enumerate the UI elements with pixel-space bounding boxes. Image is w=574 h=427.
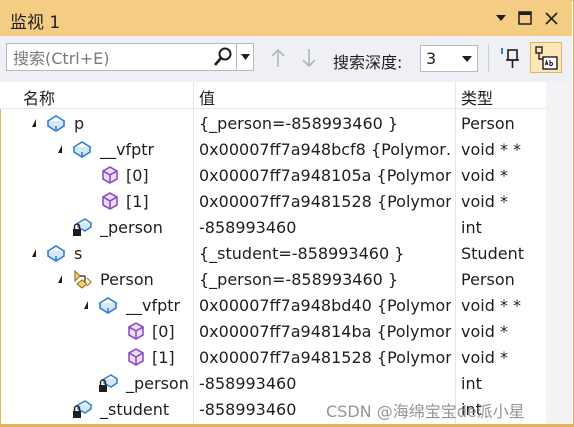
watch-row[interactable]: [1] 0x00007ff7a9481528 {Polymor… void * xyxy=(0,188,546,214)
row-value: 0x00007ff7a9481528 {Polymor… xyxy=(199,192,451,211)
row-type: int xyxy=(461,218,482,237)
close-button[interactable] xyxy=(542,9,560,27)
column-divider[interactable] xyxy=(193,82,194,108)
search-input[interactable] xyxy=(13,48,203,68)
dropdown-arrow-icon xyxy=(496,15,506,21)
pin-icon xyxy=(501,48,519,68)
search-box xyxy=(6,43,238,71)
row-value: 0x00007ff7a94814ba {Polymor… xyxy=(199,322,451,341)
search-icon[interactable] xyxy=(213,47,233,67)
watch-row[interactable]: s {_student=-858993460 } Student xyxy=(0,240,546,266)
search-depth-select[interactable]: 3 xyxy=(420,45,478,72)
watch-row[interactable]: _person -858993460 int xyxy=(0,214,546,240)
private-field-icon xyxy=(99,374,118,392)
row-value: {_person=-858993460 } xyxy=(199,114,399,133)
cube-icon xyxy=(102,192,118,210)
row-type: int xyxy=(461,374,482,393)
row-value: 0x00007ff7a9481528 {Polymor… xyxy=(199,348,451,367)
watch-row[interactable]: p {_person=-858993460 } Person xyxy=(0,110,546,136)
object-icon xyxy=(46,245,66,262)
window-title: 监视 1 xyxy=(10,13,61,33)
row-name: [0] xyxy=(126,166,149,185)
watch-row[interactable]: __vfptr 0x00007ff7a948bcf8 {Polymor… voi… xyxy=(0,136,546,162)
row-name: __vfptr xyxy=(100,140,155,159)
column-type-header[interactable]: 类型 xyxy=(461,85,493,109)
row-name: [1] xyxy=(126,192,149,211)
row-name: _student xyxy=(100,400,170,419)
cube-icon xyxy=(102,166,118,184)
base-class-icon xyxy=(74,269,92,289)
maximize-button[interactable] xyxy=(516,9,534,27)
window-menu-button[interactable] xyxy=(492,9,510,27)
row-type: Person xyxy=(461,114,515,133)
row-value: -858993460 xyxy=(199,400,297,419)
hexadecimal-display-button[interactable] xyxy=(530,42,562,73)
collapse-arrow-icon[interactable] xyxy=(28,119,36,127)
row-value: 0x00007ff7a948105a {Polymor… xyxy=(199,166,451,185)
watch-toolbar: 搜索深度: 3 xyxy=(0,36,572,82)
row-name: Person xyxy=(100,270,154,289)
row-name: __vfptr xyxy=(126,296,181,315)
search-depth-label: 搜索深度: xyxy=(333,53,403,72)
watch-row[interactable]: [0] 0x00007ff7a948105a {Polymor… void * xyxy=(0,162,546,188)
row-type: void * xyxy=(461,348,508,367)
row-value: -858993460 xyxy=(199,374,297,393)
watch-row[interactable]: _person -858993460 int xyxy=(0,370,546,396)
search-depth-value: 3 xyxy=(426,49,437,68)
watch-row[interactable]: [1] 0x00007ff7a9481528 {Polymor… void * xyxy=(0,344,546,370)
search-options-dropdown[interactable] xyxy=(236,43,254,71)
row-name: [1] xyxy=(152,348,175,367)
pin-button[interactable] xyxy=(498,45,524,71)
row-type: void * xyxy=(461,166,508,185)
row-type: void * * xyxy=(461,140,522,159)
maximize-icon xyxy=(518,11,532,25)
collapse-arrow-icon[interactable] xyxy=(54,275,62,283)
chevron-down-icon xyxy=(462,56,472,62)
cube-icon xyxy=(128,322,144,340)
watch-row[interactable]: Person {_person=-858993460 } Person xyxy=(0,266,546,292)
arrow-up-icon xyxy=(271,48,285,67)
private-field-icon xyxy=(73,400,92,418)
column-value-header[interactable]: 值 xyxy=(199,85,215,109)
row-name: [0] xyxy=(152,322,175,341)
row-name: s xyxy=(74,244,83,263)
column-name-header[interactable]: 名称 xyxy=(23,85,55,109)
collapse-arrow-icon[interactable] xyxy=(80,301,88,309)
row-value: 0x00007ff7a948bcf8 {Polymor… xyxy=(199,140,451,159)
row-value: -858993460 xyxy=(199,218,297,237)
object-icon xyxy=(98,297,118,314)
cube-icon xyxy=(128,348,144,366)
title-bar: 监视 1 xyxy=(0,0,572,36)
row-name: _person xyxy=(126,374,189,393)
row-value: {_student=-858993460 } xyxy=(199,244,405,263)
row-type: void * xyxy=(461,322,508,341)
row-type: void * xyxy=(461,192,508,211)
row-name: p xyxy=(74,114,85,133)
row-name: _person xyxy=(100,218,163,237)
watermark: CSDN @海绵宝宝de派小星 xyxy=(326,402,525,421)
object-icon xyxy=(46,115,66,132)
search-previous-button[interactable] xyxy=(267,46,289,70)
row-value: 0x00007ff7a948bd40 {Polymor… xyxy=(199,296,451,315)
collapse-arrow-icon[interactable] xyxy=(54,145,62,153)
private-field-icon xyxy=(73,218,92,236)
object-icon xyxy=(72,141,92,158)
row-type: Student xyxy=(461,244,524,263)
column-header: 名称 值 类型 xyxy=(0,82,546,109)
toolbar-separator xyxy=(488,44,489,72)
watch-row[interactable]: [0] 0x00007ff7a94814ba {Polymor… void * xyxy=(0,318,546,344)
vertical-scrollbar[interactable] xyxy=(546,82,572,425)
watch-row[interactable]: __vfptr 0x00007ff7a948bd40 {Polymor… voi… xyxy=(0,292,546,318)
column-divider[interactable] xyxy=(455,82,456,108)
arrow-down-icon xyxy=(302,49,316,68)
collapse-arrow-icon[interactable] xyxy=(28,249,36,257)
close-icon xyxy=(544,11,558,25)
row-type: void * * xyxy=(461,296,522,315)
hex-display-icon xyxy=(535,45,558,70)
row-value: {_person=-858993460 } xyxy=(199,270,399,289)
row-type: Person xyxy=(461,270,515,289)
chevron-down-icon xyxy=(240,54,250,60)
search-next-button[interactable] xyxy=(298,46,320,70)
